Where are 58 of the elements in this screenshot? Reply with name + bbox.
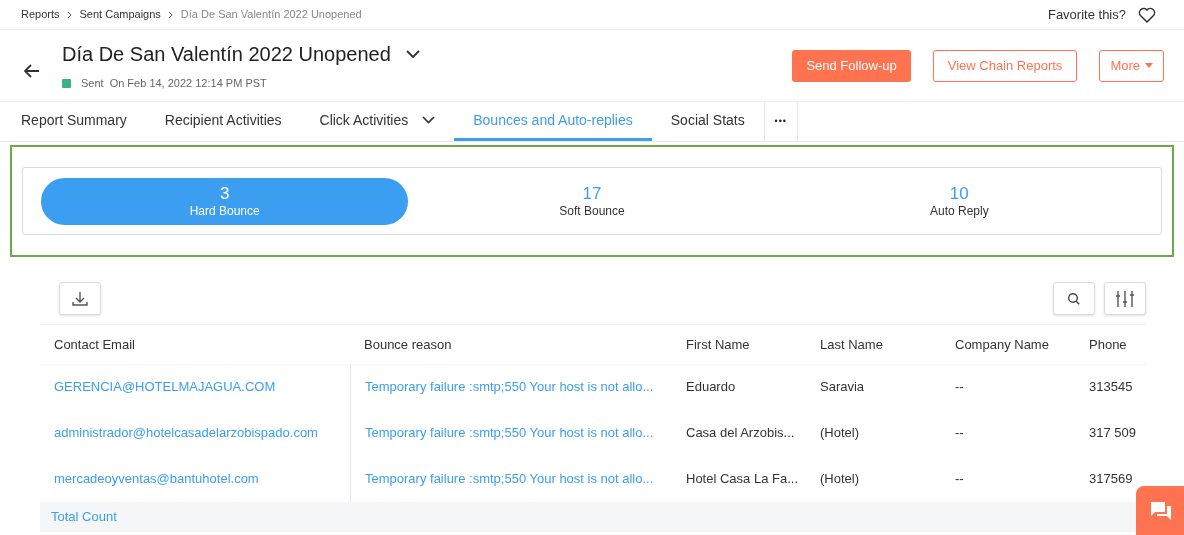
column-header: Company Name bbox=[955, 335, 1049, 354]
chevron-icon bbox=[65, 10, 74, 19]
campaign-title: Día De San Valentín 2022 Unopened bbox=[62, 42, 391, 68]
view-chain-reports-button[interactable]: View Chain Reports bbox=[932, 49, 1078, 82]
chat-button[interactable] bbox=[1136, 486, 1184, 535]
more-tabs-button[interactable]: ••• bbox=[774, 114, 787, 129]
table-cell-text: Hotel Casa La Fa... bbox=[686, 470, 798, 489]
table-link[interactable]: GERENCIA@HOTELMAJAGUA.COM bbox=[54, 377, 276, 397]
send-follow-up-button[interactable]: Send Follow-up bbox=[792, 49, 911, 82]
breadcrumb-item[interactable]: Sent Campaigns bbox=[79, 6, 161, 23]
sliders-icon bbox=[1115, 289, 1135, 308]
breadcrumb-item: Día De San Valentín 2022 Unopened bbox=[180, 7, 362, 23]
total-count-label: Total Count bbox=[51, 508, 117, 527]
segment-tab[interactable]: 17 Soft Bounce bbox=[408, 177, 776, 225]
table-cell-text: -- bbox=[955, 424, 964, 443]
table-cell-text: Saravia bbox=[820, 378, 865, 397]
table-cell-text: (Hotel) bbox=[820, 470, 859, 489]
table-link[interactable]: administrador@hotelcasadelarzobispado.com bbox=[54, 423, 318, 443]
chevron-down-icon[interactable] bbox=[404, 49, 421, 60]
column-header: Bounce reason bbox=[364, 335, 452, 354]
tab[interactable]: Bounces and Auto-replies bbox=[454, 102, 652, 141]
chevron-icon bbox=[166, 10, 175, 19]
table-link[interactable]: Temporary failure :smtp;550 Your host is not allo... bbox=[365, 423, 654, 443]
table-link[interactable]: mercadeoyventas@bantuhotel.com bbox=[54, 469, 259, 489]
favorite-label: Favorite this? bbox=[1047, 5, 1126, 24]
table-cell-text: (Hotel) bbox=[820, 424, 859, 443]
tab[interactable]: Report Summary bbox=[2, 102, 146, 141]
segment-tab[interactable]: 10 Auto Reply bbox=[775, 177, 1143, 225]
search-button[interactable] bbox=[1053, 282, 1095, 315]
breadcrumb-item[interactable]: Reports bbox=[21, 6, 60, 23]
table-link[interactable]: Temporary failure :smtp;550 Your host is not allo... bbox=[365, 377, 654, 397]
download-icon bbox=[71, 289, 89, 308]
table-cell-text: 317569 bbox=[1089, 470, 1133, 489]
more-button[interactable]: More bbox=[1099, 49, 1164, 82]
download-button[interactable] bbox=[59, 282, 101, 315]
back-arrow-icon[interactable] bbox=[24, 63, 40, 78]
caret-icon bbox=[1145, 63, 1153, 68]
heart-icon[interactable] bbox=[1138, 6, 1156, 23]
search-icon bbox=[1067, 291, 1081, 306]
column-header: Phone bbox=[1089, 335, 1127, 354]
tab[interactable]: Click Activities bbox=[300, 102, 455, 141]
column-settings-button[interactable] bbox=[1104, 282, 1146, 315]
table-cell-text: Eduardo bbox=[686, 378, 736, 397]
table-link[interactable]: Temporary failure :smtp;550 Your host is not allo... bbox=[365, 469, 654, 489]
sent-date: On Feb 14, 2022 12:14 PM PST bbox=[109, 76, 267, 92]
table-cell-text: 313545 bbox=[1089, 378, 1133, 397]
table-cell-text: 317 509 bbox=[1089, 424, 1136, 443]
chat-icon bbox=[1150, 501, 1172, 521]
status-text: Sent bbox=[81, 76, 104, 92]
column-header: Contact Email bbox=[54, 335, 135, 354]
table-cell-text: -- bbox=[955, 378, 964, 397]
table-cell-text: Casa del Arzobis... bbox=[686, 424, 795, 443]
table-cell-text: -- bbox=[955, 470, 964, 489]
tab[interactable]: Recipient Activities bbox=[145, 102, 301, 141]
column-header: First Name bbox=[686, 335, 750, 354]
segment-tab[interactable]: 3 Hard Bounce bbox=[41, 177, 409, 225]
column-header: Last Name bbox=[820, 335, 883, 354]
tab[interactable]: Social Stats bbox=[651, 102, 764, 141]
